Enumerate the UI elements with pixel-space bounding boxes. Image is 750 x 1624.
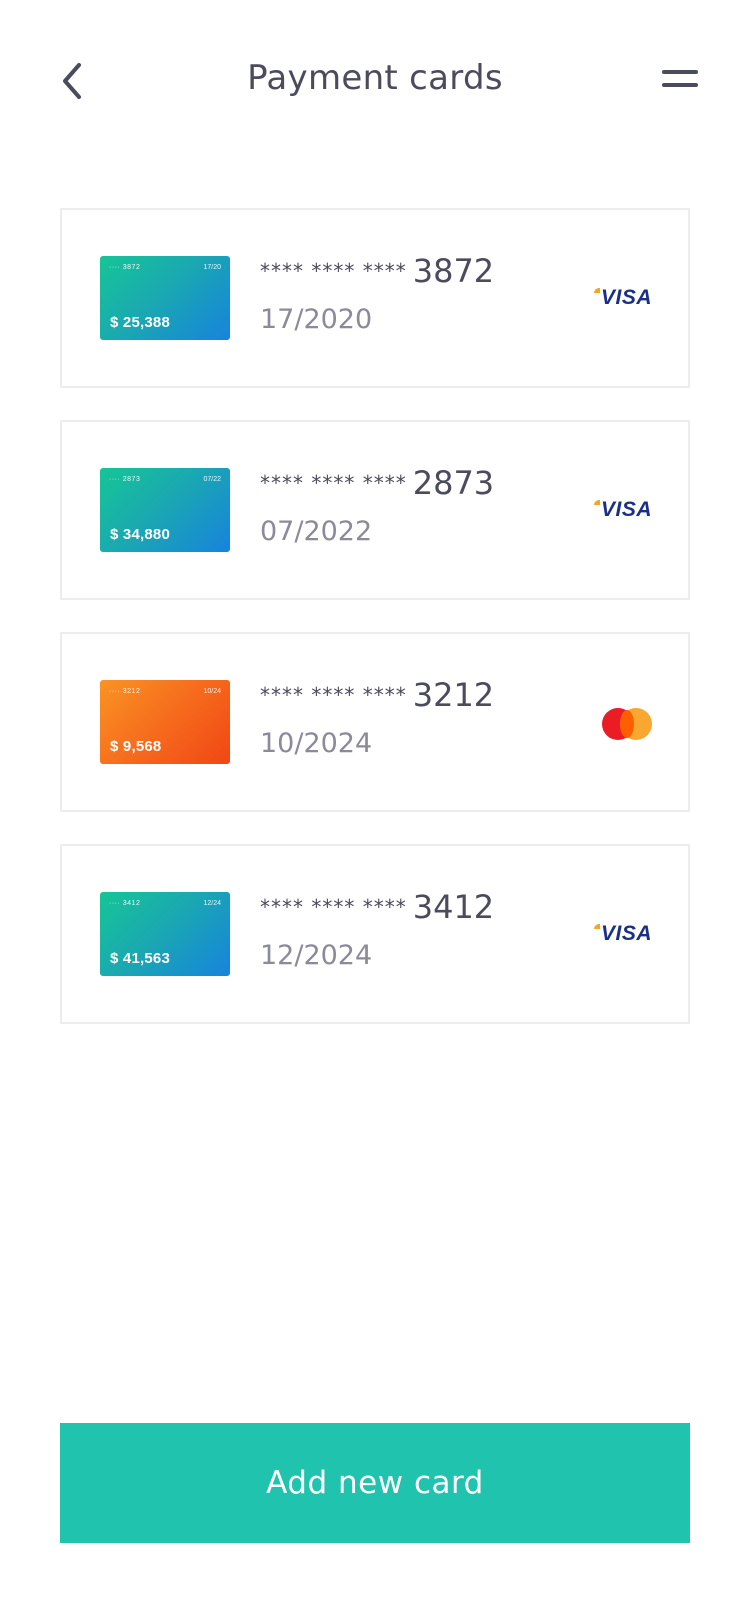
menu-button[interactable] xyxy=(652,62,698,98)
card-thumbnail-expiry: 17/20 xyxy=(203,264,221,271)
payment-card-item[interactable]: ···· 3212 10/24 $ 9,568 **** **** **** 32… xyxy=(60,632,690,812)
card-balance: $ 9,568 xyxy=(110,738,162,755)
visa-wordmark: VISA xyxy=(600,922,652,945)
card-thumbnail-number: ···· 3212 xyxy=(109,688,141,695)
card-thumbnail: ···· 3412 12/24 $ 41,563 xyxy=(100,892,230,976)
card-number-mask: **** **** **** xyxy=(260,259,407,283)
payment-card-item[interactable]: ···· 2873 07/22 $ 34,880 **** **** **** 2… xyxy=(60,420,690,600)
card-thumbnail-number: ···· 3872 xyxy=(109,264,141,271)
menu-icon xyxy=(662,70,698,74)
card-thumbnail-number: ···· 2873 xyxy=(109,476,141,483)
card-expiry: 07/2022 xyxy=(260,516,373,547)
payment-card-list: ···· 3872 17/20 $ 25,388 **** **** **** 3… xyxy=(60,208,690,1056)
card-last4: 3872 xyxy=(412,252,495,290)
card-expiry: 12/2024 xyxy=(260,940,373,971)
visa-wordmark: VISA xyxy=(600,498,652,521)
card-thumbnail-expiry: 10/24 xyxy=(203,688,221,695)
card-last4: 3412 xyxy=(412,888,495,926)
card-thumbnail: ···· 3872 17/20 $ 25,388 xyxy=(100,256,230,340)
card-balance: $ 25,388 xyxy=(110,314,170,331)
card-balance: $ 34,880 xyxy=(110,526,170,543)
visa-logo-icon: VISA xyxy=(592,918,652,958)
card-thumbnail: ···· 2873 07/22 $ 34,880 xyxy=(100,468,230,552)
card-number-mask: **** **** **** xyxy=(260,683,407,707)
card-number: **** **** **** 3872 xyxy=(260,252,494,290)
visa-swoosh xyxy=(594,924,600,929)
card-expiry: 17/2020 xyxy=(260,304,373,335)
add-new-card-button[interactable]: Add new card xyxy=(60,1423,690,1543)
card-number: **** **** **** 3412 xyxy=(260,888,494,926)
visa-swoosh xyxy=(594,500,600,505)
card-balance: $ 41,563 xyxy=(110,950,170,967)
mastercard-logo-icon xyxy=(592,706,652,746)
card-number: **** **** **** 3212 xyxy=(260,676,494,714)
visa-wordmark: VISA xyxy=(600,286,652,309)
page-title: Payment cards xyxy=(247,58,503,98)
card-last4: 3212 xyxy=(412,676,495,714)
card-expiry: 10/2024 xyxy=(260,728,373,759)
card-number-mask: **** **** **** xyxy=(260,895,407,919)
visa-logo-icon: VISA xyxy=(592,494,652,534)
payment-card-item[interactable]: ···· 3412 12/24 $ 41,563 **** **** **** 3… xyxy=(60,844,690,1024)
card-number-mask: **** **** **** xyxy=(260,471,407,495)
card-thumbnail-expiry: 07/22 xyxy=(203,476,221,483)
card-thumbnail-expiry: 12/24 xyxy=(203,900,221,907)
card-number: **** **** **** 2873 xyxy=(260,464,494,502)
visa-swoosh xyxy=(594,288,600,293)
mastercard-circles xyxy=(602,708,652,740)
card-thumbnail: ···· 3212 10/24 $ 9,568 xyxy=(100,680,230,764)
menu-icon-bar xyxy=(662,83,698,87)
mastercard-overlap xyxy=(620,710,634,738)
visa-logo-icon: VISA xyxy=(592,282,652,322)
card-last4: 2873 xyxy=(412,464,495,502)
payment-card-item[interactable]: ···· 3872 17/20 $ 25,388 **** **** **** 3… xyxy=(60,208,690,388)
card-thumbnail-number: ···· 3412 xyxy=(109,900,141,907)
app-header: Payment cards xyxy=(0,0,750,170)
